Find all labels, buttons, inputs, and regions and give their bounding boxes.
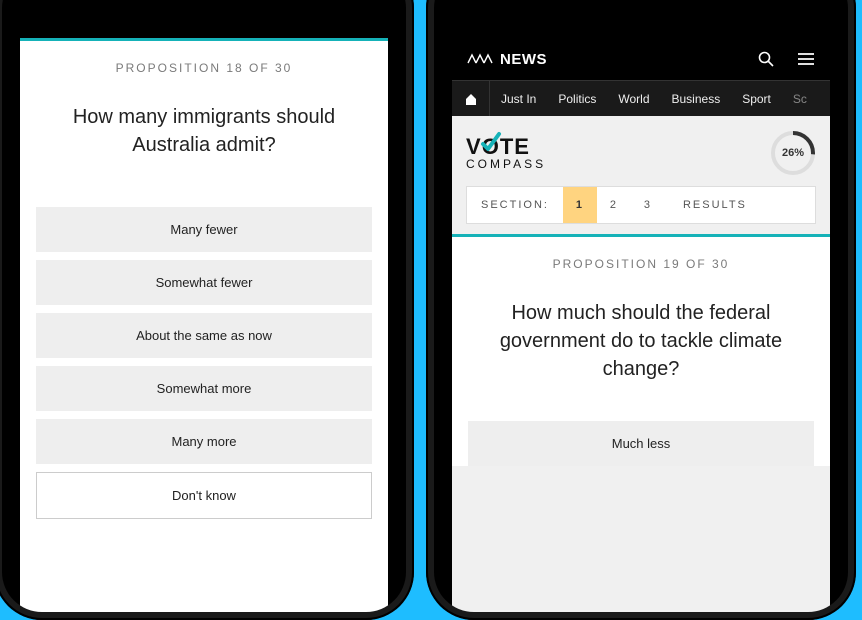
section-label: SECTION: [467, 199, 563, 211]
option-dont-know[interactable]: Don't know [36, 472, 372, 519]
nav-business[interactable]: Business [661, 92, 732, 106]
section-nav: SECTION: 1 2 3 RESULTS [466, 186, 816, 224]
phone-frame: NEWS Just In Politics World Business Spo [434, 0, 848, 612]
hamburger-menu-icon[interactable] [796, 49, 816, 69]
proposition-label: PROPOSITION 19 OF 30 [468, 257, 814, 271]
phone-screen: NEWS Just In Politics World Business Spo [452, 38, 830, 612]
option-many-more[interactable]: Many more [36, 419, 372, 464]
nav-more[interactable]: Sc [782, 92, 818, 106]
section-1[interactable]: 1 [563, 187, 597, 223]
option-somewhat-fewer[interactable]: Somewhat fewer [36, 260, 372, 305]
section-2[interactable]: 2 [597, 187, 631, 223]
vote-compass-logo[interactable]: VOTE COMPASS [466, 137, 546, 170]
logo-checkmark-o: O [482, 137, 500, 157]
vote-compass-header: VOTE COMPASS 26% [452, 116, 830, 186]
options-list: Many fewer Somewhat fewer About the same… [36, 207, 372, 519]
phone-frame: PROPOSITION 18 OF 30 How many immigrants… [2, 0, 406, 612]
logo-te: TE [500, 134, 530, 159]
nav-home-icon[interactable] [452, 81, 490, 116]
option-much-less[interactable]: Much less [468, 421, 814, 466]
options-list: Much less [468, 421, 814, 466]
nav-world[interactable]: World [607, 92, 660, 106]
abc-header: NEWS [452, 38, 830, 80]
search-icon[interactable] [756, 49, 776, 69]
abc-logo-mark [466, 52, 494, 66]
abc-news-logo[interactable]: NEWS [466, 51, 547, 68]
phone-right: NEWS Just In Politics World Business Spo [426, 0, 856, 620]
question-text: How many immigrants should Australia adm… [36, 103, 372, 159]
section-results[interactable]: RESULTS [665, 199, 765, 211]
nav-sport[interactable]: Sport [731, 92, 782, 106]
nav-tabs: Just In Politics World Business Sport Sc [452, 80, 830, 116]
section-3[interactable]: 3 [631, 187, 665, 223]
abc-brand-text: NEWS [500, 51, 547, 68]
proposition-label: PROPOSITION 18 OF 30 [36, 61, 372, 75]
nav-politics[interactable]: Politics [547, 92, 607, 106]
question-text: How much should the federal government d… [468, 299, 814, 383]
phone-left: PROPOSITION 18 OF 30 How many immigrants… [0, 0, 414, 620]
nav-just-in[interactable]: Just In [490, 92, 547, 106]
option-somewhat-more[interactable]: Somewhat more [36, 366, 372, 411]
phone-screen: PROPOSITION 18 OF 30 How many immigrants… [20, 38, 388, 612]
logo-compass: COMPASS [466, 159, 546, 170]
option-many-fewer[interactable]: Many fewer [36, 207, 372, 252]
progress-ring: 26% [770, 130, 816, 176]
option-about-same[interactable]: About the same as now [36, 313, 372, 358]
progress-percent: 26% [770, 130, 816, 176]
